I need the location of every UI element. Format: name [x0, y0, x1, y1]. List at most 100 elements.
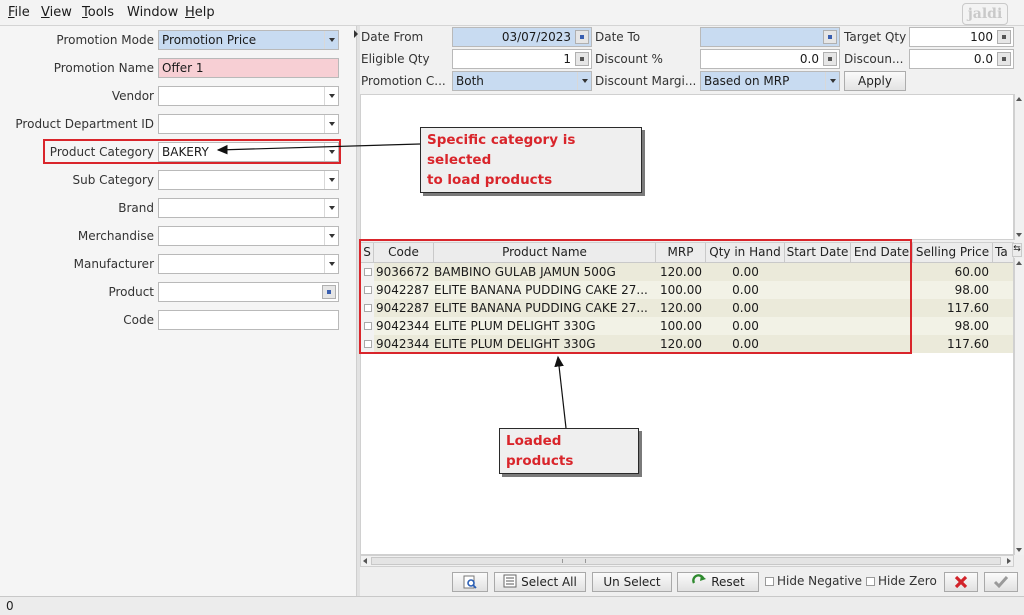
- calendar-icon[interactable]: [575, 30, 589, 44]
- grip-icon: [562, 559, 586, 563]
- spinner-icon[interactable]: [997, 52, 1011, 66]
- vendor-label: Vendor: [111, 89, 154, 103]
- chevron-down-icon[interactable]: [324, 31, 338, 49]
- code-label: Code: [123, 313, 154, 327]
- chevron-down-icon[interactable]: [324, 199, 338, 217]
- chevron-down-icon[interactable]: [324, 87, 338, 105]
- menu-tools[interactable]: Tools: [82, 5, 114, 20]
- select-all-button[interactable]: Select All: [494, 572, 586, 592]
- vendor-select[interactable]: [158, 86, 339, 106]
- subcategory-label: Sub Category: [72, 173, 154, 187]
- promotion-mode-value: Promotion Price: [162, 33, 257, 47]
- close-icon: [954, 575, 968, 589]
- product-label: Product: [108, 285, 154, 299]
- date-from-label: Date From: [361, 30, 424, 44]
- scroll-down-icon[interactable]: [1016, 548, 1022, 552]
- scroll-left-icon[interactable]: [363, 558, 367, 564]
- chevron-down-icon[interactable]: [825, 72, 839, 90]
- scroll-up-icon[interactable]: [1016, 261, 1022, 265]
- checkbox-box[interactable]: [765, 577, 774, 586]
- reset-icon: [692, 574, 707, 584]
- check-icon: [993, 576, 1009, 589]
- date-from-input[interactable]: 03/07/2023: [452, 27, 592, 47]
- promotion-c-label: Promotion C...: [361, 74, 446, 88]
- cell-selling-price: 117.60: [947, 301, 989, 315]
- subcategory-select[interactable]: [158, 170, 339, 190]
- chevron-down-icon[interactable]: [324, 227, 338, 245]
- manufacturer-select[interactable]: [158, 254, 339, 274]
- promotion-c-value: Both: [456, 74, 484, 88]
- category-callout: Specific category is selected to load pr…: [420, 127, 642, 193]
- department-select[interactable]: [158, 114, 339, 134]
- target-qty-input[interactable]: 100: [909, 27, 1014, 47]
- brand-label: Brand: [118, 201, 154, 215]
- promotion-name-value: Offer 1: [162, 61, 204, 75]
- spinner-icon[interactable]: [575, 52, 589, 66]
- column-header-tax[interactable]: Ta: [993, 243, 1013, 263]
- promotion-name-input[interactable]: Offer 1: [158, 58, 339, 78]
- discount-amt-input[interactable]: 0.0: [909, 49, 1014, 69]
- product-input[interactable]: [158, 282, 339, 302]
- chevron-down-icon[interactable]: [577, 72, 591, 90]
- category-highlight-box: [43, 139, 341, 164]
- discount-amt-label: Discoun...: [844, 52, 904, 66]
- hide-negative-checkbox[interactable]: Hide Negative: [765, 574, 862, 588]
- discount-margin-label: Discount Margi...: [595, 74, 697, 88]
- code-input[interactable]: [158, 310, 339, 330]
- column-header-selling-price[interactable]: Selling Price: [913, 243, 993, 263]
- merchandise-select[interactable]: [158, 226, 339, 246]
- cell-selling-price: 98.00: [954, 283, 989, 297]
- menu-file[interactable]: File: [8, 5, 30, 20]
- target-qty-label: Target Qty: [844, 30, 907, 44]
- reset-button[interactable]: Reset: [677, 572, 759, 592]
- chevron-down-icon[interactable]: [324, 255, 338, 273]
- scroll-up-icon[interactable]: [1016, 97, 1022, 101]
- calendar-icon[interactable]: [823, 30, 837, 44]
- table-horizontal-scrollbar[interactable]: [360, 555, 1014, 567]
- chevron-down-icon[interactable]: [324, 171, 338, 189]
- cancel-button[interactable]: [944, 572, 978, 592]
- eligible-qty-value: 1: [563, 52, 571, 66]
- select-all-label: Select All: [521, 575, 577, 589]
- products-callout: Loaded products: [499, 428, 639, 474]
- menu-view[interactable]: View: [41, 5, 72, 20]
- status-bar: 0: [0, 596, 1024, 615]
- checkbox-box[interactable]: [866, 577, 875, 586]
- hide-negative-label: Hide Negative: [777, 574, 863, 588]
- upper-vertical-scrollbar[interactable]: [1014, 94, 1024, 240]
- expand-arrow-icon[interactable]: [354, 30, 358, 38]
- column-chooser-icon[interactable]: ⇆: [1012, 243, 1022, 257]
- scroll-right-icon[interactable]: [1007, 558, 1011, 564]
- search-icon[interactable]: [322, 285, 336, 299]
- apply-button[interactable]: Apply: [844, 71, 906, 91]
- preview-button[interactable]: [452, 572, 488, 592]
- discount-pct-input[interactable]: 0.0: [700, 49, 840, 69]
- ok-button[interactable]: [984, 572, 1018, 592]
- menu-window[interactable]: Window: [127, 5, 178, 20]
- promotion-mode-select[interactable]: Promotion Price: [158, 30, 339, 50]
- spinner-icon[interactable]: [997, 30, 1011, 44]
- select-all-icon: [503, 574, 517, 588]
- discount-pct-label: Discount %: [595, 52, 663, 66]
- scroll-down-icon[interactable]: [1016, 233, 1022, 237]
- menu-bar: File View Tools Window Help jaldi: [0, 0, 1024, 26]
- merchandise-label: Merchandise: [77, 229, 154, 243]
- spinner-icon[interactable]: [823, 52, 837, 66]
- promotion-c-select[interactable]: Both: [452, 71, 592, 91]
- unselect-button[interactable]: Un Select: [592, 572, 672, 592]
- scroll-thumb[interactable]: [371, 557, 1001, 565]
- discount-margin-select[interactable]: Based on MRP: [700, 71, 840, 91]
- hide-zero-checkbox[interactable]: Hide Zero: [866, 574, 937, 588]
- department-label: Product Department ID: [15, 117, 154, 131]
- brand-select[interactable]: [158, 198, 339, 218]
- date-to-input[interactable]: [700, 27, 840, 47]
- table-vertical-scrollbar[interactable]: [1014, 258, 1024, 555]
- search-icon: [463, 575, 477, 589]
- eligible-qty-input[interactable]: 1: [452, 49, 592, 69]
- promotion-name-label: Promotion Name: [53, 61, 154, 75]
- date-from-value: 03/07/2023: [501, 30, 571, 44]
- chevron-down-icon[interactable]: [324, 115, 338, 133]
- menu-help[interactable]: Help: [185, 5, 215, 20]
- discount-margin-value: Based on MRP: [704, 74, 790, 88]
- cell-selling-price: 98.00: [954, 319, 989, 333]
